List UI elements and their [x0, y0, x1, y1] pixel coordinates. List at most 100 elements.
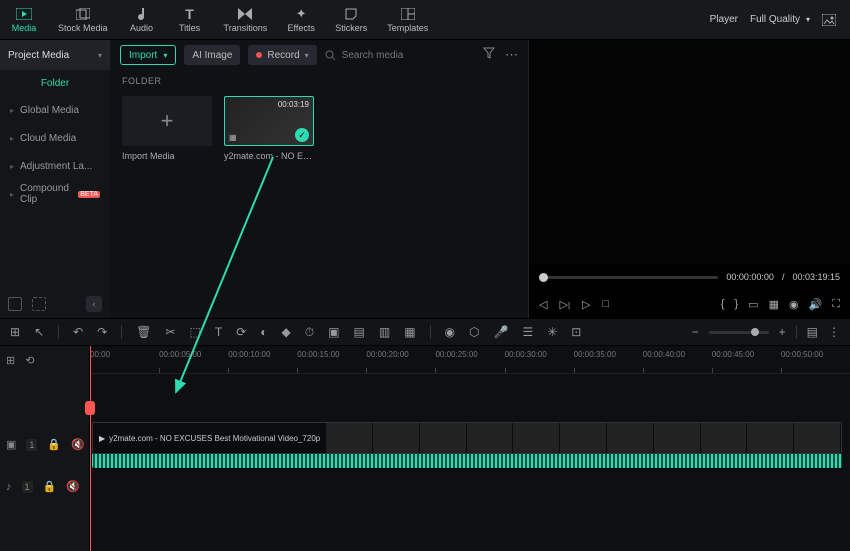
snapshot-icon[interactable]	[822, 14, 836, 26]
plus-icon: +	[161, 108, 174, 134]
tab-titles[interactable]: T Titles	[166, 0, 214, 40]
search-input[interactable]	[342, 50, 474, 61]
track-icon[interactable]: ▥	[379, 325, 390, 339]
mic-icon[interactable]: 🎤	[494, 325, 509, 339]
audio-track-icon[interactable]: ♪	[6, 481, 12, 493]
keyframe-icon[interactable]: ◆	[282, 325, 291, 339]
tab-media[interactable]: Media	[0, 0, 48, 40]
tab-transitions[interactable]: Transitions	[214, 0, 278, 40]
fullscreen-icon[interactable]: ⛶	[832, 298, 840, 311]
sidebar-item-compound-clip[interactable]: ▸Compound ClipBETA	[0, 180, 110, 208]
tab-effects[interactable]: ✦ Effects	[277, 0, 325, 40]
adjust-icon[interactable]: ⊞	[10, 325, 20, 339]
tab-stickers[interactable]: Stickers	[325, 0, 377, 40]
volume-icon[interactable]: 🔊	[809, 298, 823, 311]
folder-header: FOLDER	[110, 70, 528, 92]
audio-waveform[interactable]	[92, 454, 842, 468]
zoom-slider[interactable]	[709, 331, 769, 334]
beta-badge: BETA	[78, 191, 100, 198]
snap-icon[interactable]: ✳	[547, 325, 557, 339]
seek-thumb[interactable]	[539, 273, 548, 282]
sidebar-header[interactable]: Project Media ▾	[0, 40, 110, 70]
filter-icon[interactable]	[483, 47, 495, 63]
effects-icon: ✦	[296, 7, 307, 21]
zoom-out-icon[interactable]: −	[692, 325, 699, 339]
link-icon[interactable]: ⊡	[571, 325, 581, 339]
trim-icon[interactable]: ▤	[354, 325, 365, 339]
quality-select[interactable]: Full Quality ▾	[750, 14, 810, 25]
ratio-icon[interactable]: ▭	[748, 298, 758, 311]
sidebar-footer: ‹	[0, 290, 110, 318]
sidebar: Project Media ▾ Folder ▸Global Media ▸Cl…	[0, 40, 110, 318]
sidebar-item-global-media[interactable]: ▸Global Media	[0, 96, 110, 124]
speed-icon[interactable]: ⟳	[236, 325, 246, 339]
chevron-right-icon: ▸	[10, 190, 14, 199]
new-folder-icon[interactable]	[8, 297, 22, 311]
cut-icon[interactable]: ✂	[165, 325, 175, 339]
crop-icon[interactable]: ⬚	[190, 325, 201, 339]
more-icon[interactable]: ⋮	[828, 325, 840, 339]
collapse-sidebar-icon[interactable]: ‹	[86, 296, 102, 312]
text-icon[interactable]: T	[215, 325, 222, 339]
redo-icon[interactable]: ↷	[97, 325, 107, 339]
undo-icon[interactable]: ↶	[73, 325, 83, 339]
timeline[interactable]: ⊞ ⟲ ▣ 1 🔒 🔇 ♪ 1 🔒 🔇 00:00 00:00:05:00 00:…	[0, 346, 850, 551]
chevron-down-icon: ▾	[98, 51, 102, 60]
search-box[interactable]	[325, 50, 475, 61]
view-icon[interactable]: ▤	[807, 325, 818, 339]
preview-current-time: 00:00:00:00	[726, 272, 774, 282]
more-icon[interactable]: ⋯	[505, 47, 518, 63]
audio-track-label: 1	[22, 481, 33, 493]
sidebar-folder[interactable]: Folder	[0, 70, 110, 96]
grid-icon[interactable]: ▦	[769, 298, 779, 311]
prev-frame-icon[interactable]: ◁	[539, 298, 547, 311]
zoom-thumb[interactable]	[751, 328, 759, 336]
record-dot-icon	[256, 52, 262, 58]
mixer-icon[interactable]: ☰	[522, 325, 533, 339]
video-track-label: 1	[26, 439, 37, 451]
new-folder-dashed-icon[interactable]	[32, 297, 46, 311]
stop-icon[interactable]: □	[602, 298, 609, 310]
tab-stock-media[interactable]: Stock Media	[48, 0, 118, 40]
color-icon[interactable]: ◐	[260, 325, 267, 339]
layout-icon[interactable]: ⊞	[6, 354, 15, 367]
timeline-clip[interactable]: ▶y2mate.com - NO EXCUSES Best Motivation…	[92, 422, 842, 454]
cursor-icon[interactable]: ↖	[34, 325, 44, 339]
playhead-marker[interactable]	[85, 401, 95, 415]
video-track-icon[interactable]: ▣	[6, 438, 16, 451]
mute-icon[interactable]: 🔇	[71, 438, 85, 451]
guard-icon[interactable]: ⬡	[469, 325, 479, 339]
playhead[interactable]	[90, 346, 91, 551]
delete-icon[interactable]: 🗑	[136, 325, 151, 339]
stickers-icon	[344, 7, 358, 21]
preview-video[interactable]	[529, 40, 850, 264]
record-button[interactable]: Record▾	[248, 45, 316, 65]
ai-image-button[interactable]: AI Image	[184, 45, 240, 65]
import-media-card[interactable]: + Import Media	[122, 96, 212, 161]
transitions-icon	[238, 7, 252, 21]
lock-icon[interactable]: 🔒	[43, 480, 57, 493]
render-icon[interactable]: ▦	[404, 325, 415, 339]
mark-out-icon[interactable]: }	[734, 298, 738, 311]
timeline-ruler[interactable]: 00:00 00:00:05:00 00:00:10:00 00:00:15:0…	[90, 346, 850, 374]
play-backward-icon[interactable]: ▷|	[559, 298, 570, 311]
chevron-right-icon: ▸	[10, 134, 14, 143]
timer-icon[interactable]: ⏱	[305, 325, 314, 340]
sidebar-item-adjustment-layer[interactable]: ▸Adjustment La...	[0, 152, 110, 180]
marker-icon[interactable]: ◉	[445, 325, 455, 339]
sidebar-item-cloud-media[interactable]: ▸Cloud Media	[0, 124, 110, 152]
zoom-in-icon[interactable]: +	[779, 325, 786, 339]
import-button[interactable]: Import▾	[120, 45, 176, 65]
tab-audio[interactable]: Audio	[118, 0, 166, 40]
mute-icon[interactable]: 🔇	[66, 480, 80, 493]
mark-in-icon[interactable]: {	[721, 298, 725, 311]
preview-seekbar[interactable]	[539, 276, 718, 279]
play-icon[interactable]: ▷	[582, 298, 590, 311]
media-clip-card[interactable]: 00:03:19 ▦ ✓ y2mate.com - NO EXC...	[224, 96, 314, 161]
tab-templates[interactable]: Templates	[377, 0, 438, 40]
camera-icon[interactable]: ◉	[789, 298, 799, 311]
lock-icon[interactable]: 🔒	[47, 438, 61, 451]
chain-icon[interactable]: ⟲	[25, 354, 34, 367]
detect-icon[interactable]: ▣	[328, 325, 339, 339]
chevron-down-icon: ▾	[806, 15, 810, 24]
